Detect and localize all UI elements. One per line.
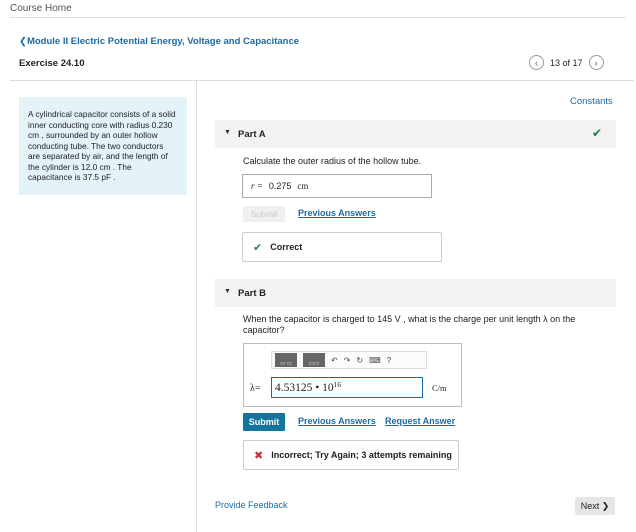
check-icon: ✔: [591, 126, 602, 140]
part-a-status: ✔ Correct: [242, 232, 442, 262]
undo-icon[interactable]: ↶: [331, 356, 338, 365]
part-b-previous-answers-link[interactable]: Previous Answers: [298, 416, 376, 426]
top-divider: [10, 17, 626, 18]
prev-page-button[interactable]: ‹: [529, 55, 544, 70]
part-b-submit-button[interactable]: Submit: [243, 413, 285, 431]
part-b-header[interactable]: ▼ Part B: [215, 279, 616, 307]
help-icon[interactable]: ?: [387, 356, 391, 365]
lambda-unit: C/m: [432, 383, 447, 393]
part-b-title: Part B: [238, 288, 266, 299]
status-text: Correct: [270, 242, 303, 252]
check-icon: ✔: [253, 241, 263, 254]
part-a-header[interactable]: ▼ Part A ✔: [215, 120, 616, 148]
lambda-label: λ=: [250, 383, 261, 394]
caret-down-icon: ▼: [224, 129, 231, 136]
problem-statement: A cylindrical capacitor consists of a so…: [19, 97, 187, 195]
answer-value: 0.275: [268, 181, 292, 191]
part-a-prompt: Calculate the outer radius of the hollow…: [243, 156, 422, 166]
part-a-submit-button[interactable]: Submit: [243, 206, 285, 222]
column-divider: [196, 80, 197, 532]
templates-button[interactable]: ▭ ▭: [275, 353, 297, 367]
keyboard-icon[interactable]: ⌨: [369, 356, 381, 365]
pager: ‹ 13 of 17 ›: [529, 55, 604, 70]
next-page-button[interactable]: ›: [588, 55, 604, 70]
caret-down-icon: ▼: [224, 288, 231, 295]
exercise-title: Exercise 24.10: [19, 58, 85, 69]
reset-icon[interactable]: ↻: [356, 356, 363, 365]
part-b-status: ✖ Incorrect; Try Again; 3 attempts remai…: [243, 440, 459, 470]
math-toolbar: ▭ ▭ ▭▭ ↶ ↷ ↻ ⌨ ?: [271, 351, 427, 369]
chevron-left-icon: ❮: [19, 36, 27, 47]
header-divider: [10, 80, 634, 81]
math-answer-editor: ▭ ▭ ▭▭ ↶ ↷ ↻ ⌨ ? λ= 4.53125 • 10 16 C/m: [243, 343, 462, 407]
module-title: Module II Electric Potential Energy, Vol…: [26, 36, 300, 47]
provide-feedback-link[interactable]: Provide Feedback: [215, 500, 288, 510]
next-label: Next: [580, 501, 600, 511]
part-b-prompt: When the capacitor is charged to 145 V ,…: [243, 314, 576, 335]
x-icon: ✖: [254, 449, 264, 462]
answer-variable: r =: [251, 181, 263, 191]
answer-unit: cm: [297, 181, 309, 191]
page-indicator: 13 of 17: [550, 57, 583, 68]
course-home-link[interactable]: Course Home: [10, 3, 72, 14]
symbols-button[interactable]: ▭▭: [303, 353, 325, 367]
chevron-left-icon: ‹: [535, 57, 538, 68]
part-a-answer-field: r = 0.275 cm: [242, 174, 432, 198]
chevron-right-icon: ›: [594, 57, 598, 68]
input-exponent: 16: [333, 380, 342, 389]
chevron-right-icon: ❯: [601, 500, 610, 511]
part-a-previous-answers-link[interactable]: Previous Answers: [298, 208, 376, 218]
lambda-input[interactable]: 4.53125 • 10 16: [271, 377, 423, 398]
input-value: 4.53125 • 10: [275, 381, 334, 394]
problem-text: A cylindrical capacitor consists of a so…: [28, 109, 176, 182]
next-button[interactable]: Next ❯: [575, 497, 615, 515]
redo-icon[interactable]: ↷: [344, 356, 351, 365]
status-text: Incorrect; Try Again; 3 attempts remaini…: [271, 450, 452, 460]
module-back-link[interactable]: ❮Module II Electric Potential Energy, Vo…: [19, 36, 299, 47]
request-answer-link[interactable]: Request Answer: [385, 416, 455, 426]
part-a-title: Part A: [238, 129, 266, 140]
constants-link[interactable]: Constants: [570, 96, 613, 107]
